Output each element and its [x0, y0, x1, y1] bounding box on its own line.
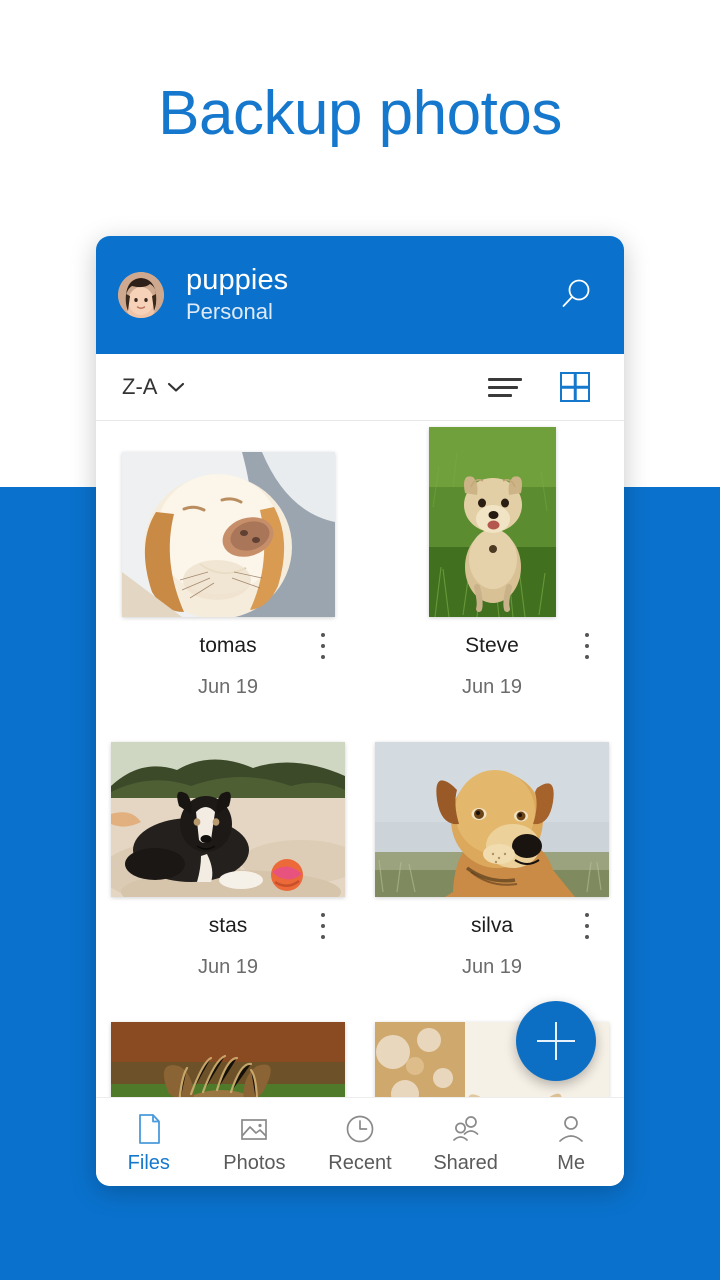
- file-item[interactable]: [96, 981, 360, 1097]
- file-name: stas: [208, 914, 248, 937]
- add-button[interactable]: [516, 1001, 596, 1081]
- file-thumbnail[interactable]: [111, 1022, 345, 1097]
- search-button[interactable]: [552, 272, 598, 318]
- file-menu-button[interactable]: [310, 906, 336, 946]
- sort-control[interactable]: Z-A: [122, 374, 186, 400]
- page-title: Backup photos: [158, 79, 562, 148]
- golden-retriever-closeup: [121, 452, 335, 617]
- file-date: Jun 19: [197, 956, 259, 979]
- thumbnail-wrap: [360, 427, 624, 617]
- nav-item-photos[interactable]: Photos: [202, 1098, 308, 1186]
- file-grid: tomas Jun 19 Steve Jun 19 stas Jun 19 si…: [96, 421, 624, 1097]
- thumbnail-wrap: [96, 707, 360, 897]
- sort-label: Z-A: [122, 374, 158, 399]
- terrier-in-grass: [428, 427, 556, 617]
- nav-item-recent[interactable]: Recent: [307, 1098, 413, 1186]
- user-avatar-photo: [118, 272, 164, 318]
- nav-label-files: Files: [127, 1151, 170, 1174]
- account-subtitle: Personal: [186, 299, 273, 325]
- tan-dog-portrait: [375, 742, 609, 897]
- file-thumbnail[interactable]: [375, 742, 609, 897]
- file-item[interactable]: Steve Jun 19: [360, 421, 624, 701]
- more-vertical-icon: [321, 633, 325, 637]
- file-date: Jun 19: [197, 676, 259, 699]
- thumbnail-wrap: [360, 707, 624, 897]
- person-icon: [559, 1115, 584, 1142]
- file-item[interactable]: silva Jun 19: [360, 701, 624, 981]
- black-white-puppy-on-sand: [111, 742, 345, 897]
- thumbnail-wrap: [96, 427, 360, 617]
- nav-label-photos: Photos: [223, 1151, 286, 1174]
- folder-title: puppies: [186, 264, 289, 297]
- people-icon: [452, 1115, 478, 1141]
- file-date: Jun 19: [461, 676, 523, 699]
- file-thumbnail[interactable]: [111, 742, 345, 897]
- nav-label-shared: Shared: [433, 1151, 498, 1174]
- file-grid-area[interactable]: tomas Jun 19 Steve Jun 19 stas Jun 19 si…: [96, 421, 624, 1097]
- file-date: Jun 19: [461, 956, 523, 979]
- nav-item-shared[interactable]: Shared: [413, 1098, 519, 1186]
- more-vertical-icon: [321, 913, 325, 917]
- document-icon: [138, 1113, 160, 1144]
- app-header: puppies Personal: [96, 236, 624, 354]
- file-menu-button[interactable]: [310, 626, 336, 666]
- image-icon: [241, 1118, 268, 1140]
- nav-item-me[interactable]: Me: [518, 1098, 624, 1186]
- yorkshire-terrier-in-grass: [111, 1022, 345, 1097]
- file-name: silva: [470, 914, 513, 937]
- file-item[interactable]: stas Jun 19: [96, 701, 360, 981]
- bottom-navigation: Files Photos Recent Shared Me: [96, 1097, 624, 1186]
- nav-label-recent: Recent: [328, 1151, 392, 1174]
- more-vertical-icon: [585, 913, 589, 917]
- file-thumbnail[interactable]: [428, 427, 556, 617]
- grid-view-icon: [560, 372, 590, 402]
- thumbnail-wrap: [96, 987, 360, 1097]
- list-view-button[interactable]: [482, 364, 528, 410]
- search-icon: [562, 279, 590, 307]
- avatar[interactable]: [118, 272, 164, 318]
- file-thumbnail[interactable]: [121, 452, 335, 617]
- chevron-down-icon: [168, 382, 185, 392]
- nav-item-files[interactable]: Files: [96, 1098, 202, 1186]
- grid-view-button[interactable]: [552, 364, 598, 410]
- file-menu-button[interactable]: [574, 626, 600, 666]
- list-view-icon: [488, 377, 522, 397]
- file-name: Steve: [465, 634, 519, 657]
- header-titles: puppies Personal: [186, 264, 552, 326]
- clock-icon: [346, 1115, 374, 1142]
- file-name: tomas: [199, 634, 257, 657]
- view-toolbar: Z-A: [96, 354, 624, 421]
- file-menu-button[interactable]: [574, 906, 600, 946]
- nav-label-me: Me: [557, 1151, 586, 1174]
- phone-mockup: puppies Personal Z-A tomas Jun 19 Steve …: [96, 236, 624, 1186]
- more-vertical-icon: [585, 633, 589, 637]
- file-item[interactable]: tomas Jun 19: [96, 421, 360, 701]
